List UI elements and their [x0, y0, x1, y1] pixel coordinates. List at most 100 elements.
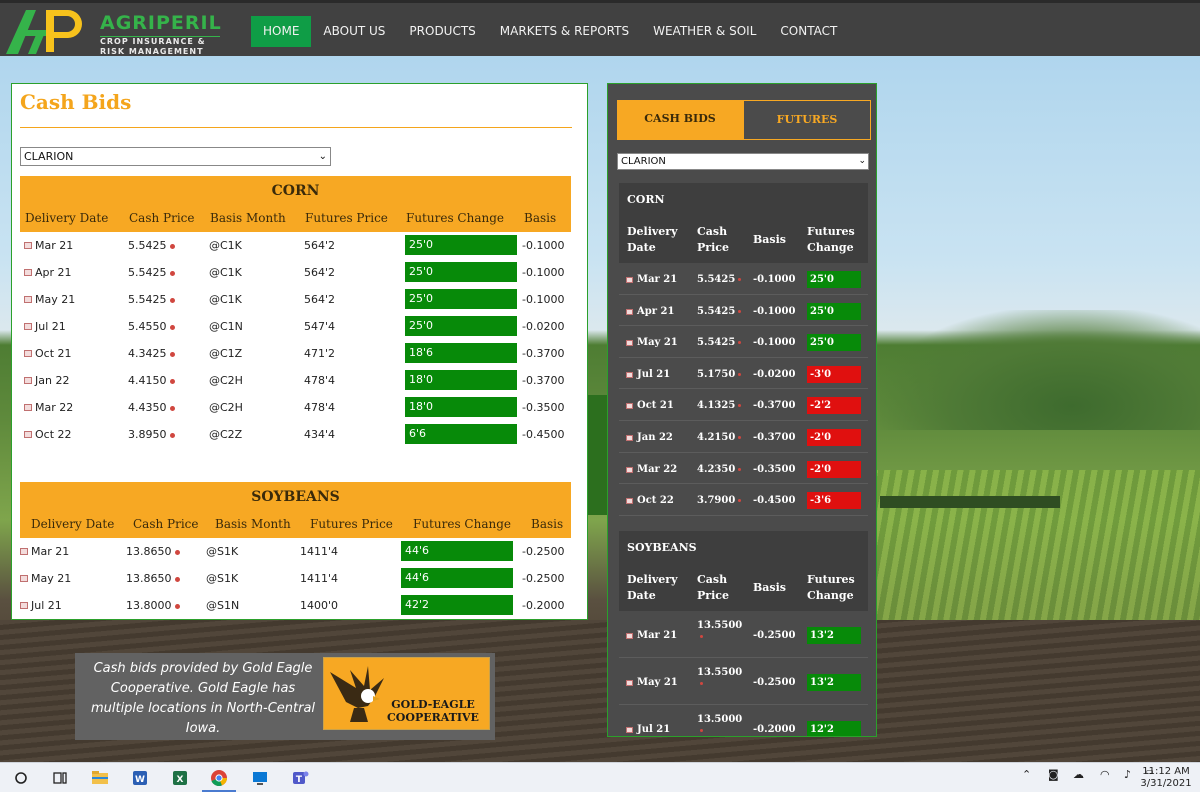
- price-info-icon[interactable]: [169, 243, 175, 249]
- tab-cash-bids[interactable]: CASH BIDS: [617, 100, 743, 140]
- delivery-date: Jul 21: [637, 368, 671, 380]
- cash-price[interactable]: 13.5000: [697, 714, 742, 736]
- table-row: Jul 21 5.4550 @C1N 547'4 25'0 -0.0200: [20, 313, 571, 340]
- price-info-icon[interactable]: [738, 372, 742, 376]
- nav-markets-reports[interactable]: MARKETS & REPORTS: [488, 16, 641, 47]
- table-row: Mar 22 4.2350 -0.3500 -2'0: [619, 454, 868, 485]
- cash-price[interactable]: 4.2350: [697, 464, 742, 475]
- tab-futures[interactable]: FUTURES: [743, 100, 871, 140]
- table-row: May 21 13.8650 @S1K 1411'4 44'6 -0.2500: [20, 565, 571, 592]
- word-icon[interactable]: W: [130, 768, 150, 788]
- futures-price: 1400'0: [300, 599, 339, 612]
- nav-contact[interactable]: CONTACT: [768, 16, 849, 47]
- cash-price[interactable]: 5.5425: [697, 306, 742, 317]
- volume-icon[interactable]: ♪: [1124, 768, 1131, 781]
- calendar-icon: [24, 323, 32, 330]
- cash-price[interactable]: 4.1325: [697, 400, 742, 411]
- basis-value: -0.3700: [753, 432, 796, 443]
- futures-price: 471'2: [304, 347, 336, 360]
- futures-change: 25'0: [405, 262, 517, 282]
- cash-price[interactable]: 3.7900: [697, 495, 742, 506]
- futures-change: 12'2: [807, 721, 861, 736]
- system-clock[interactable]: 11:12 AM 3/31/2021: [1138, 766, 1194, 790]
- price-info-icon[interactable]: [700, 635, 703, 638]
- price-info-icon[interactable]: [169, 270, 175, 276]
- calendar-icon: [626, 371, 633, 378]
- cash-price[interactable]: 13.8650: [126, 572, 180, 585]
- corn-table-header: Delivery Date Cash Price Basis Month Fut…: [20, 206, 571, 232]
- cash-price[interactable]: 13.5500: [697, 667, 742, 689]
- cash-price[interactable]: 3.8950: [128, 428, 175, 441]
- nav-home[interactable]: HOME: [251, 16, 312, 47]
- cash-price[interactable]: 5.5425: [128, 239, 175, 252]
- search-icon[interactable]: [12, 768, 32, 788]
- price-info-icon[interactable]: [169, 351, 175, 357]
- price-info-icon[interactable]: [169, 432, 175, 438]
- cash-price[interactable]: 4.2150: [697, 432, 742, 443]
- delivery-date: Oct 21: [637, 400, 674, 412]
- price-info-icon[interactable]: [738, 341, 742, 345]
- price-info-icon[interactable]: [738, 436, 742, 439]
- background-treeline: [880, 310, 1200, 430]
- teams-icon[interactable]: T: [290, 768, 310, 788]
- price-info-icon[interactable]: [174, 603, 180, 609]
- cash-price[interactable]: 5.5425: [128, 266, 175, 279]
- nav-about-us[interactable]: ABOUT US: [311, 16, 397, 47]
- price-info-icon[interactable]: [169, 405, 175, 411]
- cash-price[interactable]: 13.8000: [126, 599, 180, 612]
- price-info-icon[interactable]: [738, 467, 742, 471]
- chrome-icon[interactable]: [209, 768, 229, 788]
- agriperil-logo[interactable]: [6, 8, 90, 54]
- cash-price[interactable]: 4.4350: [128, 401, 175, 414]
- price-info-icon[interactable]: [738, 309, 742, 313]
- file-explorer-icon[interactable]: [90, 768, 110, 788]
- meet-now-icon[interactable]: ◙: [1048, 768, 1059, 781]
- basis-value: -0.2500: [522, 545, 565, 558]
- price-info-icon[interactable]: [738, 278, 742, 281]
- background-tractor: [586, 395, 608, 515]
- futures-change: 42'2: [401, 595, 513, 615]
- nav-weather-soil[interactable]: WEATHER & SOIL: [641, 16, 768, 47]
- basis-value: -0.0200: [522, 320, 565, 333]
- basis-month: @C1K: [209, 293, 242, 306]
- cash-price[interactable]: 5.5425: [697, 337, 742, 348]
- calendar-icon: [626, 633, 633, 639]
- futures-change: 44'6: [401, 568, 513, 588]
- price-info-icon[interactable]: [174, 549, 180, 555]
- nav-products[interactable]: PRODUCTS: [397, 16, 487, 47]
- wifi-icon[interactable]: ◠: [1100, 768, 1110, 781]
- cash-price[interactable]: 5.5425: [128, 293, 175, 306]
- cash-price[interactable]: 4.3425: [128, 347, 175, 360]
- cash-price[interactable]: 13.5500: [697, 620, 742, 642]
- price-info-icon[interactable]: [738, 499, 742, 503]
- table-row: Jan 22 4.4150 @C2H 478'4 18'0 -0.3700: [20, 367, 571, 394]
- price-info-icon[interactable]: [169, 324, 175, 330]
- price-info-icon[interactable]: [738, 404, 742, 408]
- col-futures-price: Futures Price: [310, 517, 393, 531]
- price-info-icon[interactable]: [174, 576, 180, 582]
- cash-price[interactable]: 5.1750: [697, 369, 742, 380]
- table-row: Jul 21 13.5000 -0.2000 12'2: [619, 706, 868, 736]
- widget-location-select[interactable]: CLARION ⌄: [617, 153, 869, 170]
- cash-price[interactable]: 5.5425: [697, 274, 742, 285]
- basis-month: @S1N: [206, 599, 240, 612]
- basis-value: -0.2500: [753, 630, 796, 641]
- excel-icon[interactable]: X: [170, 768, 190, 788]
- cash-price[interactable]: 13.8650: [126, 545, 180, 558]
- location-select[interactable]: CLARION ⌄: [20, 147, 331, 166]
- onedrive-icon[interactable]: ☁: [1073, 768, 1084, 781]
- chevron-up-icon[interactable]: ⌃: [1022, 768, 1031, 781]
- remote-desktop-icon[interactable]: [250, 768, 270, 788]
- task-view-icon[interactable]: [50, 768, 70, 788]
- table-row: Jul 21 5.1750 -0.0200 -3'0: [619, 359, 868, 390]
- cash-price[interactable]: 5.4550: [128, 320, 175, 333]
- price-info-icon[interactable]: [700, 729, 703, 732]
- price-info-icon[interactable]: [169, 297, 175, 303]
- table-row: Jul 21 13.8000 @S1N 1400'0 42'2 -0.2000: [20, 592, 571, 619]
- cash-price[interactable]: 4.4150: [128, 374, 175, 387]
- table-row: May 21 5.5425 @C1K 564'2 25'0 -0.1000: [20, 286, 571, 313]
- basis-value: -0.0200: [753, 368, 796, 380]
- price-info-icon[interactable]: [700, 682, 703, 685]
- price-info-icon[interactable]: [169, 378, 175, 384]
- gold-eagle-logo[interactable]: GOLD-EAGLE COOPERATIVE: [323, 657, 490, 730]
